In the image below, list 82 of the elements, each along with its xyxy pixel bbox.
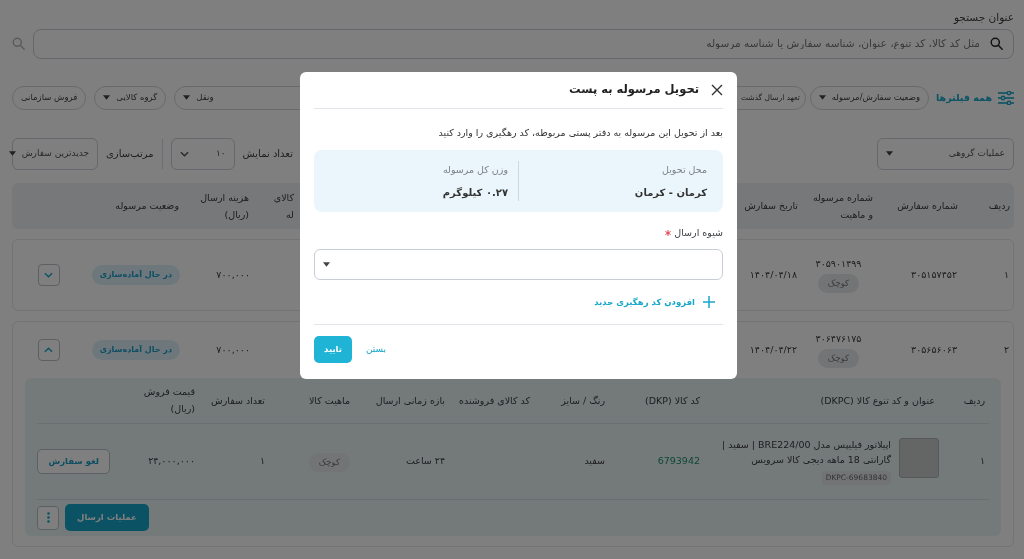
bulk-action-select[interactable]: عملیات گروهی [877,137,1014,170]
column-header: له [285,207,294,222]
delivery-window: ۲۴ ساعت [354,454,449,469]
kebab-icon [46,512,50,524]
search-label: عنوان جستجو [953,10,1014,26]
shipment-number: ۳۰۵۹۰۱۴۹۹ [814,256,863,271]
caret-icon [886,151,893,157]
column-header: کد کالا (DKP) [643,393,701,408]
product-title: اپیلاتور فیلیپس مدل BRE224/00 | سفید | گارانتی 18 ماهه دیجی کالا سرویس [720,437,891,467]
filter-dropdown[interactable]: وضعیت سفارش/مرسوله [809,85,930,110]
sort-label: مرتب‌سازی [106,147,154,162]
add-tracking-code-link[interactable]: افزودن کد رهگیری جدید [594,295,715,309]
column-header: وضعیت مرسوله [114,199,180,214]
column-header: شماره سفارش [896,199,959,214]
search-field[interactable]: مثل کد کالا، کد تنوع، عنوان، شناسه سفارش یا شناسه مرسوله [33,28,1014,59]
order-number: ۳۰۵۱۵۷۴۵۲ [910,267,958,282]
order-date: ۱۴۰۴/۰۴/۲۲ [748,342,798,357]
column-header: ردیف [962,393,986,408]
expand-button[interactable] [37,263,60,286]
close-link[interactable]: بستن [365,342,387,357]
color-value: سفید [583,454,606,469]
column-header: کد کالای فروشنده [458,393,531,408]
caret-icon [818,95,826,101]
cancel-order-button[interactable]: لغو سفارش [37,448,110,474]
row-index: ۲ [1002,342,1010,357]
sort-select[interactable]: جدیدترین سفارش [12,137,98,170]
info-label: وزن کل مرسوله [441,162,508,177]
search-icon [990,37,1003,51]
modal-description: بعد از تحویل این مرسوله به دفتر پستی مربوطه، کد رهگیری را وارد کنید [437,126,723,140]
order-date: ۱۴۰۴/۰۴/۱۸ [748,267,798,282]
more-button[interactable] [37,505,59,530]
status-badge: در حال آماده‌سازی [91,264,180,285]
status-badge: در حال آماده‌سازی [91,339,180,360]
close-icon [711,84,723,96]
plus-icon [703,295,715,308]
chevron-down-icon [179,150,189,157]
column-header: شماره مرسوله و ماهیت [811,190,874,222]
column-header: ماهیت کالا [307,393,351,408]
sale-price: ۲۴,۰۰۰,۰۰۰ [147,454,196,469]
search-icon [12,37,25,51]
column-header: هزینه ارسال (ریال) [199,190,250,222]
all-filters-link[interactable]: همه فیلترها [936,90,1014,105]
column-header: تعداد سفارش [210,393,266,408]
search-input[interactable]: مثل کد کالا، کد تنوع، عنوان، شناسه سفارش یا شناسه مرسوله [44,34,982,53]
caret-icon [183,95,191,101]
shipping-method-select[interactable] [314,248,723,280]
expand-button[interactable] [37,338,60,361]
page-size-label: تعداد نمایش [242,147,293,162]
row-index: ۱ [1002,267,1010,282]
caret-icon [8,151,16,157]
close-button[interactable] [711,84,723,96]
column-header: رنگ / سایز [560,393,606,408]
shipment-number: ۳۰۶۴۷۶۱۷۵ [814,331,863,346]
column-header: تاریخ سفارش [743,199,799,214]
chevron-down-icon [44,271,53,278]
size-badge: کوچک [817,274,860,293]
shipping-actions-button[interactable]: عملیات ارسال [65,504,149,532]
quantity: ۱ [258,454,266,469]
column-header: قیمت فروش (ریال) [142,385,196,417]
row-index: ۱ [978,454,986,469]
field-label: شیوه ارسال [674,226,723,241]
caret-icon [323,261,330,267]
shipping-cost: ۷۰۰,۰۰۰ [215,267,251,282]
photo-placeholder [899,437,939,478]
info-label: محل تحویل [661,162,707,177]
shipping-cost: ۷۰۰,۰۰۰ [215,342,251,357]
column-header: عنوان و کد تنوع کالا (DKPC) [819,393,936,408]
info-value: ۰.۲۷ کیلوگرم [441,185,508,200]
info-value: کرمان - کرمان [633,185,707,200]
chevron-up-icon [44,346,53,353]
column-header: ردیف [987,199,1011,214]
column-header: کالای [272,190,294,205]
caret-icon [103,95,111,101]
sliders-icon [998,90,1014,105]
page-size-select[interactable]: ۱۰ [170,137,235,170]
column-header: بازه زمانی ارسال [374,393,446,408]
order-number: ۳۰۵۶۵۶۰۶۳ [910,342,958,357]
filter-dropdown[interactable]: گروه کالایی [94,85,167,110]
size-badge: کوچک [817,349,860,368]
product-code-link[interactable]: 6793942 [657,455,700,467]
confirm-button[interactable]: تایید [314,336,352,363]
filter-chip[interactable]: فروش سازمانی [12,85,87,110]
